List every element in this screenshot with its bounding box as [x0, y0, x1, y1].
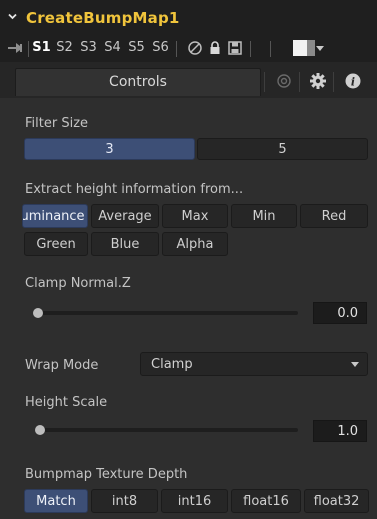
clamp-value-field[interactable]: 0.0: [313, 302, 367, 324]
height-scale-label: Height Scale: [25, 395, 108, 410]
extract-green-button[interactable]: Green: [24, 232, 88, 256]
depth-int16-button[interactable]: int16: [161, 489, 228, 513]
version-separator: [270, 41, 271, 57]
extract-blue-button[interactable]: Blue: [91, 232, 159, 256]
collapse-chevron-icon[interactable]: [8, 12, 17, 21]
swatch-dropdown-icon[interactable]: [316, 44, 324, 52]
version-s5-button[interactable]: S5: [126, 38, 147, 58]
extract-red-button[interactable]: Red: [300, 204, 368, 228]
color-swatch-secondary[interactable]: [307, 40, 315, 56]
wrap-mode-dropdown[interactable]: Clamp: [140, 352, 368, 376]
version-s4-button[interactable]: S4: [102, 38, 123, 58]
version-s6-button[interactable]: S6: [150, 38, 171, 58]
extract-luminance-label: Luminance: [23, 209, 85, 224]
clamp-slider-track[interactable]: [36, 311, 298, 315]
tab-separator: [333, 72, 334, 92]
tab-separator: [264, 72, 265, 92]
extract-max-button[interactable]: Max: [162, 204, 228, 228]
version-separator: [28, 41, 29, 57]
version-s1-button[interactable]: S1: [31, 38, 52, 58]
wrap-mode-label: Wrap Mode: [25, 358, 99, 373]
clamp-slider-knob[interactable]: [33, 308, 43, 318]
height-scale-slider-track[interactable]: [36, 428, 298, 432]
version-s2-button[interactable]: S2: [54, 38, 75, 58]
filter-size-3-button[interactable]: 3: [24, 138, 195, 160]
save-icon[interactable]: [227, 40, 243, 56]
depth-float32-button[interactable]: float32: [304, 489, 369, 513]
inspector-panel: CreateBumpMap1 S1 S2 S3 S4 S5 S6 Control…: [0, 0, 377, 519]
extract-alpha-button[interactable]: Alpha: [162, 232, 228, 256]
height-scale-slider-knob[interactable]: [35, 425, 45, 435]
texture-depth-label: Bumpmap Texture Depth: [25, 467, 188, 482]
color-swatch[interactable]: [293, 40, 307, 56]
version-separator: [176, 41, 177, 57]
version-separator: [250, 41, 251, 57]
tab-separator: [299, 72, 300, 92]
extract-luminance-button[interactable]: Luminance: [22, 204, 88, 228]
bypass-icon[interactable]: [187, 40, 203, 56]
height-scale-value-field[interactable]: 1.0: [313, 420, 367, 442]
filter-size-5-button[interactable]: 5: [197, 138, 368, 160]
depth-int8-button[interactable]: int8: [91, 489, 158, 513]
tab-controls[interactable]: Controls: [15, 68, 261, 96]
filter-size-label: Filter Size: [25, 116, 89, 131]
lock-icon[interactable]: [207, 40, 223, 56]
pin-icon[interactable]: [7, 41, 23, 55]
info-icon[interactable]: i: [344, 72, 362, 90]
settings-gear-icon[interactable]: [309, 72, 327, 90]
extract-average-button[interactable]: Average: [91, 204, 159, 228]
tool-title: CreateBumpMap1: [26, 9, 180, 27]
depth-float16-button[interactable]: float16: [231, 489, 301, 513]
version-s3-button[interactable]: S3: [78, 38, 99, 58]
clamp-normal-z-label: Clamp Normal.Z: [25, 276, 131, 291]
modifiers-icon[interactable]: [275, 72, 293, 90]
extract-min-button[interactable]: Min: [231, 204, 297, 228]
dropdown-arrow-icon: [351, 362, 359, 367]
svg-text:i: i: [351, 76, 355, 89]
wrap-mode-value: Clamp: [151, 357, 193, 372]
extract-height-label: Extract height information from...: [25, 182, 244, 197]
depth-match-button[interactable]: Match: [24, 489, 88, 513]
